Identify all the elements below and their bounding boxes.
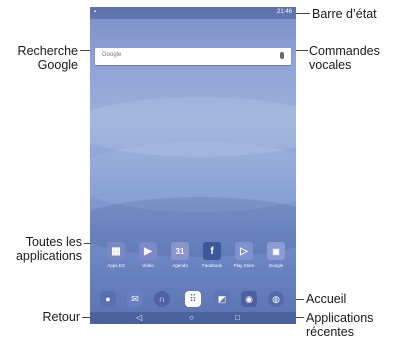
app-google[interactable]: ▣ Google	[260, 242, 292, 276]
voice-commands-label: Commandes vocales	[309, 44, 380, 72]
gallery-icon[interactable]: ◩	[214, 291, 230, 307]
recent-apps-label: Applications récentes	[306, 311, 374, 339]
app-calendar[interactable]: 31 Agenda	[164, 242, 196, 276]
all-apps-label: Toutes les applications	[15, 235, 82, 263]
google-folder-icon: ▣	[267, 242, 285, 260]
microphone-icon[interactable]	[280, 52, 284, 59]
phone-screen: ▪ 21:46 Google ▦ Apps ES ▶ Vidéo 31 Agen…	[90, 7, 296, 324]
recent-apps-icon[interactable]: □	[235, 313, 240, 322]
search-placeholder: Google	[102, 52, 122, 58]
app-label: Facebook	[202, 263, 222, 268]
dock: ● ✉ ∩ ⠿ ◩ ◉ ◍	[90, 288, 296, 312]
app-facebook[interactable]: f Facebook	[196, 242, 228, 276]
status-bar: ▪ 21:46	[90, 7, 296, 19]
play-store-icon: ▷	[235, 242, 253, 260]
calendar-icon: 31	[171, 242, 189, 260]
notification-icon: ▪	[94, 9, 97, 15]
status-bar-label: Barre d’état	[312, 7, 377, 21]
email-icon[interactable]: ✉	[127, 291, 143, 307]
app-play-store[interactable]: ▷ Play Store	[228, 242, 260, 276]
app-label: Vidéo	[142, 263, 154, 268]
camera-icon[interactable]: ◉	[241, 291, 257, 307]
browser-icon[interactable]: ◍	[268, 291, 284, 307]
app-video[interactable]: ▶ Vidéo	[132, 242, 164, 276]
navigation-bar: ◁ ○ □	[90, 312, 296, 324]
back-icon[interactable]: ◁	[136, 313, 142, 322]
google-search-bar[interactable]: Google	[95, 48, 291, 65]
status-time: 21:46	[276, 9, 292, 15]
google-search-label: Recherche Google	[17, 44, 78, 72]
app-label: Apps ES	[107, 263, 125, 268]
home-label: Accueil	[306, 292, 347, 306]
contacts-icon[interactable]: ●	[100, 291, 116, 307]
back-label: Retour	[42, 310, 80, 324]
home-icon[interactable]: ○	[189, 313, 194, 322]
all-apps-icon[interactable]: ⠿	[185, 291, 201, 307]
app-label: Agenda	[172, 263, 188, 268]
video-icon: ▶	[139, 242, 157, 260]
page-indicator	[188, 280, 198, 293]
apps-es-icon: ▦	[107, 242, 125, 260]
headphones-icon[interactable]: ∩	[154, 291, 170, 307]
app-label: Play Store	[233, 263, 255, 268]
facebook-icon: f	[203, 242, 221, 260]
app-apps-es[interactable]: ▦ Apps ES	[100, 242, 132, 276]
app-label: Google	[268, 263, 284, 268]
